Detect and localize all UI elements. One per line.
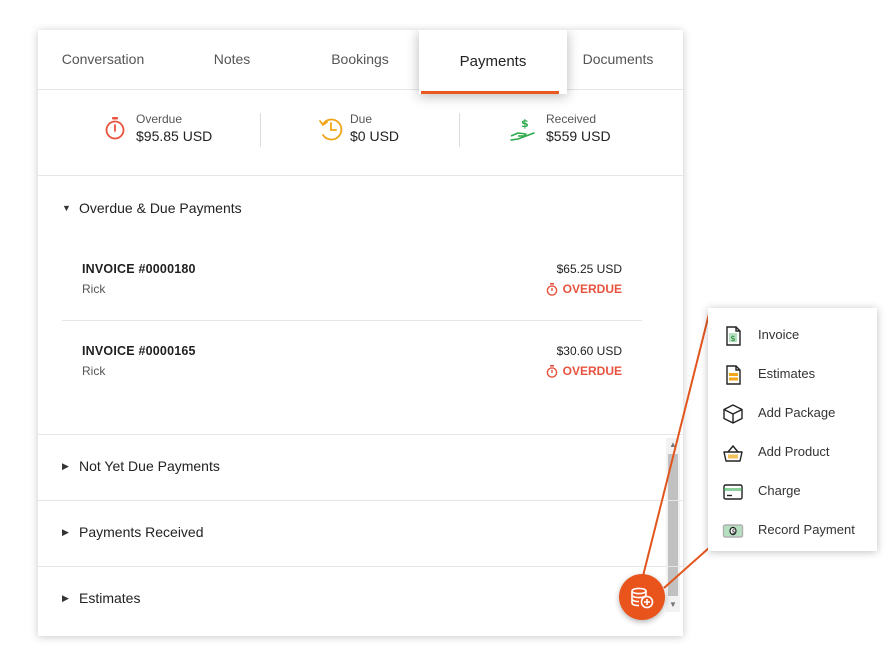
- overdue-label: Overdue: [136, 112, 183, 126]
- caret-right-icon: ▶: [62, 592, 69, 603]
- clock-arrow-icon: [319, 118, 343, 141]
- section-title: Overdue & Due Payments: [79, 200, 242, 216]
- payment-actions-menu: $ Invoice Estimates Add Package Add Prod…: [708, 308, 877, 551]
- cash-icon: $: [722, 524, 744, 538]
- caret-right-icon: ▶: [62, 460, 69, 471]
- invoice-row[interactable]: INVOICE #0000165 Rick $30.60 USD OVERDUE: [62, 316, 632, 396]
- scroll-up-icon[interactable]: ▲: [666, 438, 680, 452]
- divider: [38, 566, 683, 567]
- tab-bar: Conversation Notes Bookings Payments Doc…: [38, 30, 683, 94]
- estimates-icon: [726, 365, 741, 385]
- payments-panel: Conversation Notes Bookings Payments Doc…: [38, 30, 683, 636]
- divider: [38, 500, 683, 501]
- menu-item-record-payment[interactable]: $ Record Payment: [708, 513, 877, 547]
- status-badge: OVERDUE: [546, 282, 622, 296]
- invoice-row[interactable]: INVOICE #0000180 Rick $65.25 USD OVERDUE: [62, 234, 632, 314]
- received-amount: $559 USD: [546, 128, 611, 144]
- divider: [459, 113, 460, 147]
- card-icon: [723, 484, 743, 500]
- stopwatch-icon: [546, 282, 557, 296]
- invoice-customer: Rick: [82, 364, 106, 378]
- status-text: OVERDUE: [562, 282, 622, 296]
- payment-actions-button[interactable]: [619, 574, 665, 620]
- due-amount: $0 USD: [350, 128, 400, 144]
- svg-text:$: $: [521, 117, 529, 130]
- invoice-number: INVOICE #0000180: [82, 262, 196, 276]
- package-icon: [723, 404, 743, 424]
- menu-item-estimates[interactable]: Estimates: [708, 357, 877, 391]
- section-title: Estimates: [79, 590, 141, 606]
- tab-documents[interactable]: Documents: [565, 30, 671, 90]
- section-title: Payments Received: [79, 524, 204, 540]
- section-overdue-due[interactable]: ▼ Overdue & Due Payments: [62, 200, 242, 216]
- invoice-number: INVOICE #0000165: [82, 344, 196, 358]
- stopwatch-icon: [105, 117, 125, 140]
- scrollbar[interactable]: ▲ ▼: [666, 438, 680, 612]
- tab-notes[interactable]: Notes: [188, 30, 276, 90]
- tab-payments[interactable]: Payments: [419, 30, 567, 94]
- menu-item-label: Invoice: [758, 327, 800, 342]
- status-badge: OVERDUE: [546, 364, 622, 378]
- section-estimates[interactable]: ▶ Estimates: [62, 590, 140, 606]
- status-text: OVERDUE: [562, 364, 622, 378]
- menu-item-label: Estimates: [758, 366, 816, 381]
- divider: [38, 434, 683, 435]
- menu-item-charge[interactable]: Charge: [708, 474, 877, 508]
- tab-conversation[interactable]: Conversation: [38, 30, 168, 90]
- svg-text:$: $: [731, 334, 736, 343]
- section-payments-received[interactable]: ▶ Payments Received: [62, 524, 204, 540]
- tab-bookings[interactable]: Bookings: [304, 30, 416, 90]
- menu-item-label: Record Payment: [758, 522, 855, 537]
- menu-item-label: Charge: [758, 483, 801, 498]
- overdue-amount: $95.85 USD: [136, 128, 213, 144]
- invoice-amount: $30.60 USD: [556, 344, 622, 358]
- menu-item-label: Add Package: [758, 405, 836, 420]
- menu-item-add-product[interactable]: Add Product: [708, 435, 877, 469]
- coins-add-icon: [631, 587, 654, 609]
- money-hand-icon: $: [510, 117, 535, 141]
- menu-item-label: Add Product: [758, 444, 830, 459]
- caret-down-icon: ▼: [62, 203, 71, 213]
- due-label: Due: [350, 112, 373, 126]
- invoice-list: INVOICE #0000180 Rick $65.25 USD OVERDUE…: [62, 234, 680, 612]
- section-title: Not Yet Due Payments: [79, 458, 220, 474]
- svg-text:$: $: [732, 528, 736, 535]
- basket-icon: [723, 444, 743, 462]
- invoice-amount: $65.25 USD: [556, 262, 622, 276]
- stopwatch-icon: [546, 364, 557, 378]
- divider: [260, 113, 261, 147]
- scrollbar-thumb[interactable]: [668, 454, 678, 596]
- payment-summary: Overdue $95.85 USD Due $0 USD $ Received…: [38, 90, 683, 176]
- section-not-yet-due[interactable]: ▶ Not Yet Due Payments: [62, 458, 220, 474]
- menu-item-add-package[interactable]: Add Package: [708, 396, 877, 430]
- invoice-icon: $: [726, 326, 741, 346]
- caret-right-icon: ▶: [62, 526, 69, 537]
- invoice-customer: Rick: [82, 282, 106, 296]
- scroll-down-icon[interactable]: ▼: [666, 598, 680, 612]
- menu-item-invoice[interactable]: $ Invoice: [708, 318, 877, 352]
- received-label: Received: [546, 112, 597, 126]
